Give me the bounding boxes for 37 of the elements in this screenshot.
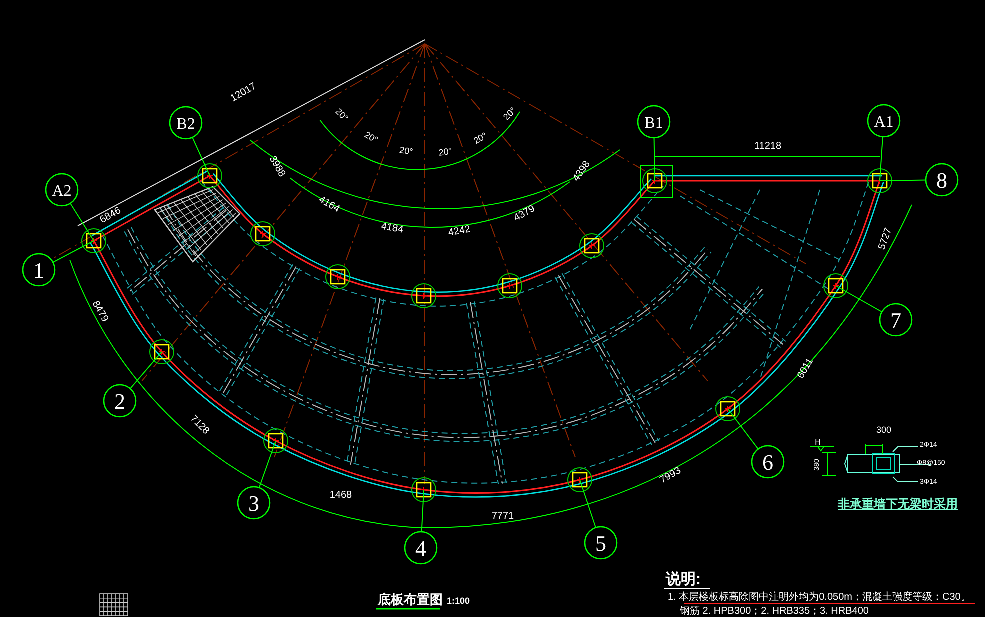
dimension-text: 4164 <box>316 194 342 216</box>
axis-label: 1 <box>34 258 44 283</box>
axis-label: 4 <box>416 536 426 561</box>
axis-label: 6 <box>762 450 774 475</box>
drawing-scale: 1:100 <box>447 596 470 606</box>
legend-caption: 非承重墙下无梁时采用 <box>838 497 958 511</box>
axis-label: A1 <box>874 114 894 131</box>
dimension-text: 6846 <box>98 206 124 226</box>
section-width-text: 300 <box>876 425 892 435</box>
dimension-text: 1468 <box>330 490 352 501</box>
dimension-text: 11218 <box>754 141 782 152</box>
axis-label: B2 <box>176 116 196 133</box>
hatch-drawing <box>100 594 128 616</box>
angle-text: 20° <box>502 106 518 122</box>
axis-label: 7 <box>890 308 902 333</box>
axis-label: 5 <box>596 531 606 556</box>
drawing-title: 底板布置图 <box>378 592 443 607</box>
angle-text: 20° <box>398 145 414 157</box>
angle-text: 20° <box>438 146 454 158</box>
dimension-text: 4379 <box>512 204 538 224</box>
axis-label: 3 <box>248 491 260 516</box>
axis-label: 2 <box>114 389 126 414</box>
dimension-text: 7993 <box>658 466 684 486</box>
angle-text: 20° <box>363 130 380 146</box>
dimension-text: 7771 <box>492 511 514 522</box>
axis-label: 8 <box>936 168 948 193</box>
note-text: 钢筋 2. HPB300；2. HRB335；3. HRB400 <box>680 606 869 617</box>
dimension-text: 4242 <box>448 224 472 239</box>
height-mark-text: H <box>815 438 821 447</box>
angle-text: 20° <box>472 130 489 146</box>
axis-label: B1 <box>644 115 664 132</box>
angle-text: 20° <box>334 106 350 124</box>
dimension-text: 5727 <box>876 226 895 252</box>
note-text: 1. 本层楼板标高除图中注明外均为0.050m；混凝土强度等级：C30。 <box>668 592 971 603</box>
dimension-text: 4184 <box>380 221 404 236</box>
axis-label: A2 <box>52 183 72 200</box>
notes-heading: 说明: <box>666 571 701 588</box>
